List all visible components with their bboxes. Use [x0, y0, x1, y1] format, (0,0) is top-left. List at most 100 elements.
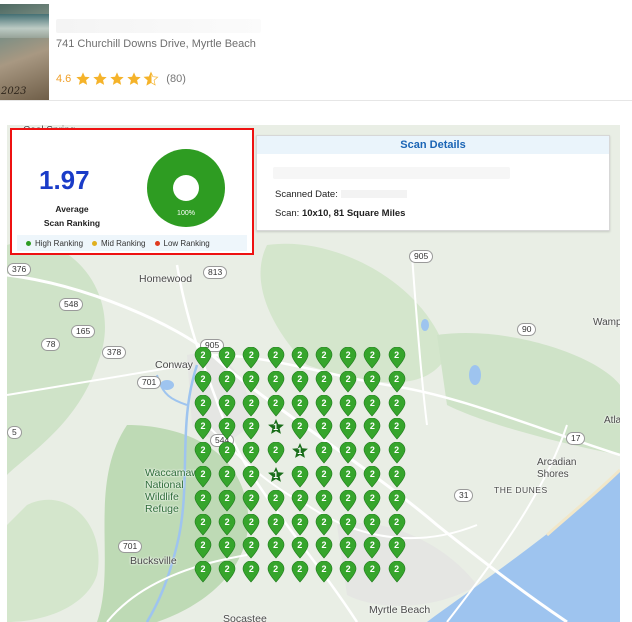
business-address: 741 Churchill Downs Drive, Myrtle Beach: [56, 38, 256, 50]
ranking-pin[interactable]: 2: [315, 466, 333, 488]
ranking-pin[interactable]: 2: [339, 394, 357, 417]
ranking-pin[interactable]: 2: [388, 537, 406, 559]
ranking-pin[interactable]: 2: [218, 466, 236, 488]
ranking-pin[interactable]: 2: [194, 394, 212, 417]
ranking-pin[interactable]: 2: [194, 347, 212, 369]
ranking-pin[interactable]: 2: [242, 418, 260, 440]
ranking-pin[interactable]: 2: [242, 513, 260, 536]
ranking-pin[interactable]: 2: [218, 442, 236, 464]
ranking-pin[interactable]: 2: [218, 489, 236, 512]
ranking-pin[interactable]: 2: [242, 466, 260, 488]
ranking-pin-top[interactable]: 1: [291, 442, 309, 464]
ranking-pin[interactable]: 2: [388, 466, 406, 488]
ranking-pin[interactable]: 2: [339, 418, 357, 440]
ranking-pin[interactable]: 2: [363, 466, 381, 488]
ranking-pin[interactable]: 2: [218, 394, 236, 417]
ranking-pin[interactable]: 2: [242, 537, 260, 559]
ranking-pin[interactable]: 2: [315, 489, 333, 512]
ranking-pin[interactable]: 2: [242, 394, 260, 417]
ranking-pin[interactable]: 2: [194, 466, 212, 488]
ranking-pin[interactable]: 2: [291, 418, 309, 440]
ranking-pin[interactable]: 2: [194, 537, 212, 559]
ranking-pin[interactable]: 2: [339, 537, 357, 559]
ranking-pin[interactable]: 2: [194, 513, 212, 536]
map-label-wamp: Wamp: [593, 317, 620, 328]
ranking-pin[interactable]: 2: [315, 442, 333, 464]
ranking-pin[interactable]: 2: [363, 418, 381, 440]
ranking-pin[interactable]: 2: [267, 394, 285, 417]
pin-rank-label: 2: [321, 492, 327, 503]
ranking-pin[interactable]: 2: [315, 418, 333, 440]
ranking-pin[interactable]: 2: [194, 418, 212, 440]
ranking-pin[interactable]: 2: [315, 394, 333, 417]
business-photo[interactable]: 2023: [0, 4, 49, 100]
ranking-pin[interactable]: 2: [194, 489, 212, 512]
ranking-pin[interactable]: 2: [363, 537, 381, 559]
ranking-pin[interactable]: 2: [218, 370, 236, 393]
ranking-pin[interactable]: 2: [291, 370, 309, 393]
map-label-atla: Atla: [604, 415, 620, 426]
ranking-pin[interactable]: 2: [339, 370, 357, 393]
ranking-pin[interactable]: 2: [218, 561, 236, 583]
ranking-pin[interactable]: 2: [242, 347, 260, 369]
ranking-pin[interactable]: 2: [388, 561, 406, 583]
ranking-pin[interactable]: 2: [194, 561, 212, 583]
ranking-pin-top[interactable]: 1: [267, 418, 285, 440]
ranking-pin[interactable]: 2: [388, 394, 406, 417]
ranking-pin[interactable]: 2: [218, 347, 236, 369]
ranking-pin[interactable]: 2: [388, 442, 406, 464]
ranking-pin[interactable]: 2: [315, 347, 333, 369]
ranking-pin[interactable]: 2: [194, 442, 212, 464]
ranking-pin[interactable]: 2: [315, 370, 333, 393]
ranking-pin[interactable]: 2: [339, 442, 357, 464]
ranking-pin[interactable]: 2: [267, 489, 285, 512]
ranking-pin[interactable]: 2: [363, 394, 381, 417]
ranking-pin[interactable]: 2: [291, 347, 309, 369]
ranking-pin[interactable]: 2: [267, 513, 285, 536]
ranking-pin-top[interactable]: 1: [267, 466, 285, 488]
ranking-pin[interactable]: 2: [218, 513, 236, 536]
ranking-pin[interactable]: 2: [291, 489, 309, 512]
ranking-pin[interactable]: 2: [315, 561, 333, 583]
ranking-pin[interactable]: 2: [339, 347, 357, 369]
ranking-pin[interactable]: 2: [388, 418, 406, 440]
ranking-pin[interactable]: 2: [339, 561, 357, 583]
ranking-pin[interactable]: 2: [388, 513, 406, 536]
ranking-pin[interactable]: 2: [242, 442, 260, 464]
ranking-pin[interactable]: 2: [218, 418, 236, 440]
ranking-pin[interactable]: 2: [339, 489, 357, 512]
ranking-pin[interactable]: 2: [267, 347, 285, 369]
ranking-pin[interactable]: 2: [363, 489, 381, 512]
ranking-pin[interactable]: 2: [388, 370, 406, 393]
ranking-pin[interactable]: 2: [315, 513, 333, 536]
ranking-pin[interactable]: 2: [267, 442, 285, 464]
ranking-pin[interactable]: 2: [267, 561, 285, 583]
ranking-pin[interactable]: 2: [363, 442, 381, 464]
ranking-pin[interactable]: 2: [363, 561, 381, 583]
ranking-pin[interactable]: 2: [291, 537, 309, 559]
ranking-pin[interactable]: 2: [291, 561, 309, 583]
ranking-pin[interactable]: 2: [218, 537, 236, 559]
route-shield: 165: [71, 325, 96, 338]
ranking-pin[interactable]: 2: [339, 513, 357, 536]
ranking-pin[interactable]: 2: [291, 466, 309, 488]
ranking-pin[interactable]: 2: [388, 347, 406, 369]
ranking-pin[interactable]: 2: [291, 513, 309, 536]
ranking-pin[interactable]: 2: [242, 489, 260, 512]
ranking-pin[interactable]: 2: [242, 370, 260, 393]
ranking-pin[interactable]: 2: [242, 561, 260, 583]
ranking-pin[interactable]: 2: [194, 370, 212, 393]
ranking-pin[interactable]: 2: [363, 370, 381, 393]
ranking-pin[interactable]: 2: [315, 537, 333, 559]
ranking-pin[interactable]: 2: [388, 489, 406, 512]
ranking-pin[interactable]: 2: [267, 537, 285, 559]
pin-rank-label: 2: [321, 373, 327, 384]
ranking-pin[interactable]: 2: [291, 394, 309, 417]
ranking-pin[interactable]: 2: [363, 347, 381, 369]
ranking-pin[interactable]: 2: [339, 466, 357, 488]
ranking-pin[interactable]: 2: [363, 513, 381, 536]
pin-rank-label: 2: [369, 445, 375, 456]
ranking-donut-chart[interactable]: 100%: [147, 149, 225, 227]
ranking-pin[interactable]: 2: [267, 370, 285, 393]
pin-rank-label: 2: [369, 469, 375, 479]
